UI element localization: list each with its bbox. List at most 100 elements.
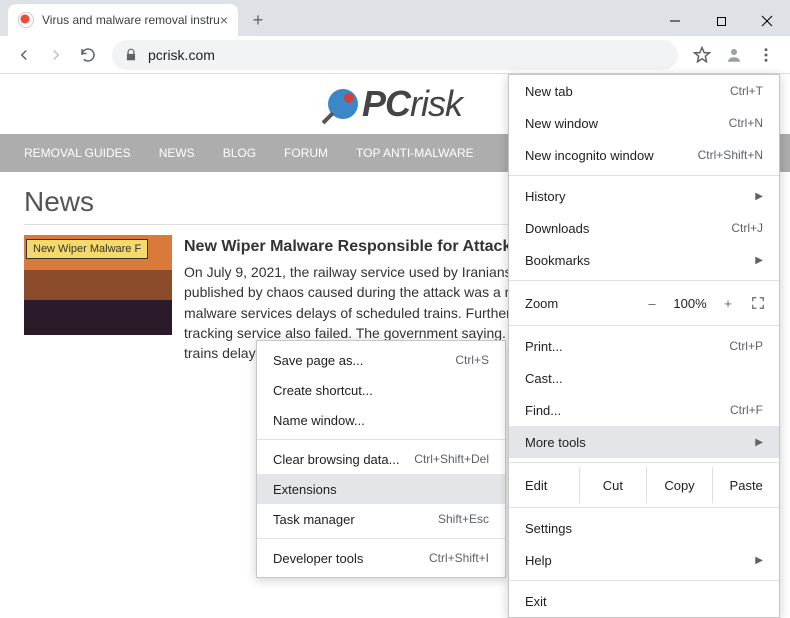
menu-shortcut: Ctrl+T xyxy=(730,84,763,98)
star-icon[interactable] xyxy=(686,39,718,71)
submenu-task-manager[interactable]: Task managerShift+Esc xyxy=(257,504,505,534)
logo-ball-icon xyxy=(328,89,358,119)
browser-tab[interactable]: Virus and malware removal instru × xyxy=(8,4,238,36)
edit-label: Edit xyxy=(509,478,579,493)
paste-button[interactable]: Paste xyxy=(712,467,779,503)
tab-title: Virus and malware removal instru xyxy=(42,13,220,27)
zoom-label: Zoom xyxy=(525,296,637,311)
nav-removal-guides[interactable]: REMOVAL GUIDES xyxy=(24,146,131,160)
menu-shortcut: Ctrl+S xyxy=(455,353,489,367)
menu-separator xyxy=(509,507,779,508)
thumb-caption: New Wiper Malware F xyxy=(26,239,148,259)
cut-button[interactable]: Cut xyxy=(579,467,646,503)
menu-zoom-row: Zoom – 100% + xyxy=(509,285,779,321)
article-thumbnail[interactable]: New Wiper Malware F xyxy=(24,235,172,335)
address-bar[interactable]: pcrisk.com xyxy=(112,40,678,70)
menu-label: New window xyxy=(525,116,598,131)
menu-separator xyxy=(509,580,779,581)
menu-help[interactable]: Help ▶ xyxy=(509,544,779,576)
close-tab-icon[interactable]: × xyxy=(220,12,228,28)
menu-label: Find... xyxy=(525,403,561,418)
kebab-menu-icon[interactable] xyxy=(750,39,782,71)
browser-toolbar: pcrisk.com xyxy=(0,36,790,74)
menu-label: Help xyxy=(525,553,552,568)
menu-shortcut: Ctrl+Shift+Del xyxy=(414,452,489,466)
menu-label: More tools xyxy=(525,435,586,450)
zoom-out-button[interactable]: – xyxy=(637,296,667,311)
minimize-button[interactable] xyxy=(652,6,698,36)
submenu-name-window[interactable]: Name window... xyxy=(257,405,505,435)
submenu-developer-tools[interactable]: Developer tools Ctrl+Shift+I xyxy=(257,543,505,573)
menu-shortcut: Ctrl+F xyxy=(730,403,763,417)
menu-print[interactable]: Print... Ctrl+P xyxy=(509,330,779,362)
menu-settings[interactable]: Settings xyxy=(509,512,779,544)
menu-new-window[interactable]: New window Ctrl+N xyxy=(509,107,779,139)
menu-new-tab[interactable]: New tab Ctrl+T xyxy=(509,75,779,107)
menu-history[interactable]: History ▶ xyxy=(509,180,779,212)
zoom-value: 100% xyxy=(667,296,713,311)
maximize-button[interactable] xyxy=(698,6,744,36)
forward-button[interactable] xyxy=(40,39,72,71)
site-logo[interactable]: PCrisk xyxy=(328,83,462,125)
menu-shortcut: Shift+Esc xyxy=(438,512,489,526)
nav-blog[interactable]: BLOG xyxy=(223,146,256,160)
reload-button[interactable] xyxy=(72,39,104,71)
menu-cast[interactable]: Cast... xyxy=(509,362,779,394)
submenu-clear-browsing[interactable]: Clear browsing data... Ctrl+Shift+Del xyxy=(257,444,505,474)
window-controls xyxy=(652,6,790,36)
menu-more-tools[interactable]: More tools ▶ xyxy=(509,426,779,458)
menu-label: Name window... xyxy=(273,413,365,428)
close-window-button[interactable] xyxy=(744,6,790,36)
more-tools-submenu: Save page as... Ctrl+S Create shortcut...… xyxy=(256,340,506,578)
menu-label: Developer tools xyxy=(273,551,363,566)
new-tab-button[interactable]: + xyxy=(244,6,272,34)
lock-icon xyxy=(124,48,138,62)
fullscreen-icon[interactable] xyxy=(743,296,773,310)
menu-shortcut: Ctrl+J xyxy=(731,221,763,235)
tab-favicon xyxy=(18,12,34,28)
menu-label: New tab xyxy=(525,84,573,99)
submenu-save-page[interactable]: Save page as... Ctrl+S xyxy=(257,345,505,375)
menu-downloads[interactable]: DownloadsCtrl+J xyxy=(509,212,779,244)
menu-new-incognito[interactable]: New incognito window Ctrl+Shift+N xyxy=(509,139,779,171)
menu-separator xyxy=(257,538,505,539)
nav-forum[interactable]: FORUM xyxy=(284,146,328,160)
logo-brand-b: risk xyxy=(410,83,462,125)
menu-label: Exit xyxy=(525,594,547,609)
menu-separator xyxy=(509,462,779,463)
menu-label: New incognito window xyxy=(525,148,654,163)
menu-exit[interactable]: Exit xyxy=(509,585,779,617)
menu-shortcut: Ctrl+P xyxy=(729,339,763,353)
nav-top-antimalware[interactable]: TOP ANTI-MALWARE xyxy=(356,146,474,160)
url-text: pcrisk.com xyxy=(148,47,215,63)
menu-label: Cast... xyxy=(525,371,563,386)
profile-icon[interactable] xyxy=(718,39,750,71)
main-menu: New tab Ctrl+T New window Ctrl+N New incog… xyxy=(508,74,780,618)
menu-edit-row: Edit Cut Copy Paste xyxy=(509,467,779,503)
menu-label: Bookmarks xyxy=(525,253,590,268)
chevron-right-icon: ▶ xyxy=(755,555,763,566)
menu-bookmarks[interactable]: Bookmarks▶ xyxy=(509,244,779,276)
copy-button[interactable]: Copy xyxy=(646,467,713,503)
chevron-right-icon: ▶ xyxy=(755,191,763,202)
menu-shortcut: Ctrl+N xyxy=(729,116,763,130)
menu-find[interactable]: Find... Ctrl+F xyxy=(509,394,779,426)
menu-label: Create shortcut... xyxy=(273,383,373,398)
menu-label: Clear browsing data... xyxy=(273,452,399,467)
menu-label: History xyxy=(525,189,565,204)
menu-label: Save page as... xyxy=(273,353,363,368)
submenu-create-shortcut[interactable]: Create shortcut... xyxy=(257,375,505,405)
menu-separator xyxy=(509,280,779,281)
menu-label: Print... xyxy=(525,339,563,354)
back-button[interactable] xyxy=(8,39,40,71)
submenu-extensions[interactable]: Extensions xyxy=(257,474,505,504)
nav-news[interactable]: NEWS xyxy=(159,146,195,160)
window-titlebar: Virus and malware removal instru × + xyxy=(0,0,790,36)
menu-shortcut: Ctrl+Shift+N xyxy=(698,148,763,162)
menu-shortcut: Ctrl+Shift+I xyxy=(429,551,489,565)
logo-brand-a: PC xyxy=(362,83,410,125)
menu-separator xyxy=(509,325,779,326)
zoom-in-button[interactable]: + xyxy=(713,296,743,311)
chevron-right-icon: ▶ xyxy=(755,437,763,448)
menu-separator xyxy=(509,175,779,176)
